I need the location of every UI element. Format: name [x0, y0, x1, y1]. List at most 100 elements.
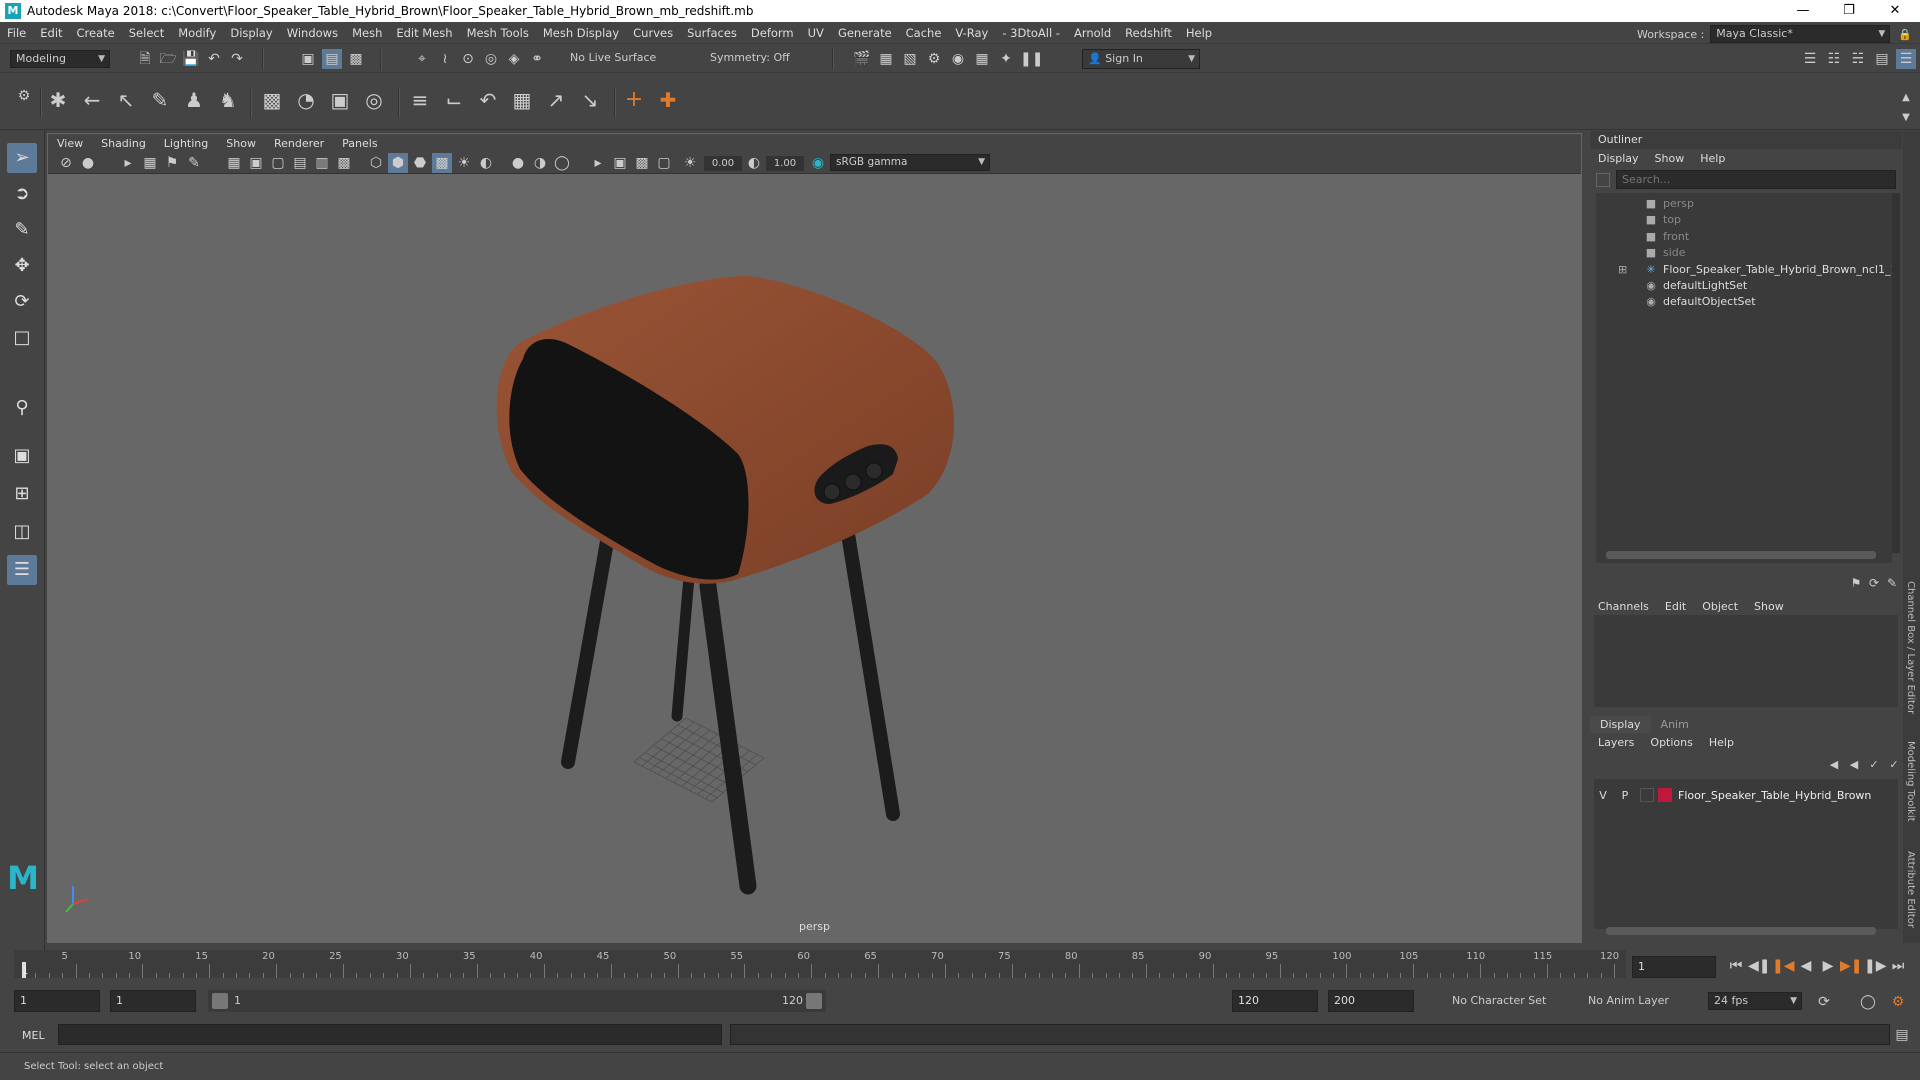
anim-layer-dropdown[interactable]: No Anim Layer [1588, 990, 1688, 1012]
layers-menu-layers[interactable]: Layers [1590, 736, 1642, 749]
menu-file[interactable]: File [0, 26, 33, 40]
wireframe-on-shaded-icon[interactable]: ⬣ [410, 153, 430, 173]
resolution-gate-icon[interactable]: ▢ [268, 153, 288, 173]
gamma-field[interactable]: 1.00 [766, 156, 804, 171]
shadows-icon[interactable]: ◐ [476, 153, 496, 173]
outliner-item[interactable]: ■ persp [1644, 195, 1694, 213]
paint-select-icon[interactable]: ✎ [7, 215, 37, 245]
snap-surface-icon[interactable]: ◈ [504, 49, 524, 69]
snap-point-icon[interactable]: ⊙ [458, 49, 478, 69]
film-gate-icon[interactable]: ▣ [246, 153, 266, 173]
tab-channel-box[interactable]: Channel Box / Layer Editor [1905, 581, 1916, 714]
safe-action-icon[interactable]: ▩ [334, 153, 354, 173]
menu-windows[interactable]: Windows [280, 26, 345, 40]
viewport-menu-view[interactable]: View [48, 137, 92, 150]
go-to-end-icon[interactable]: ⏭ [1888, 956, 1908, 976]
loop-icon[interactable]: ⟳ [1814, 992, 1834, 1012]
cluster-icon[interactable]: ◎ [364, 90, 384, 110]
maximize-button[interactable]: ❐ [1826, 0, 1872, 22]
locator-parent-icon[interactable]: ✚ [658, 90, 678, 110]
range-end-handle[interactable] [806, 993, 822, 1009]
expand-icon[interactable]: ⊞ [1618, 261, 1627, 279]
outliner-item[interactable]: ■ front [1644, 228, 1689, 246]
menu-redshift[interactable]: Redshift [1118, 26, 1179, 40]
xray-icon[interactable]: ▣ [610, 153, 630, 173]
outliner-item[interactable]: ⊞ ✳ Floor_Speaker_Table_Hybrid_Brown_ncl1_… [1618, 261, 1897, 279]
ambient-occlusion-icon[interactable]: ● [508, 153, 528, 173]
play-forward-icon[interactable]: ▶ [1818, 956, 1838, 976]
textured-icon[interactable]: ▩ [432, 153, 452, 173]
colorspace-dropdown[interactable]: sRGB gamma ▼ [830, 154, 990, 171]
menu-create[interactable]: Create [70, 26, 122, 40]
select-tool-icon[interactable]: ➢ [7, 143, 37, 173]
menu-select[interactable]: Select [122, 26, 171, 40]
four-view-icon[interactable]: ⊞ [7, 479, 37, 509]
field-chart-icon[interactable]: ▥ [312, 153, 332, 173]
tab-anim[interactable]: Anim [1651, 716, 1699, 733]
script-editor-icon[interactable]: ▤ [1892, 1025, 1912, 1045]
select-component-icon[interactable]: ▩ [346, 49, 366, 69]
paint-weights-icon[interactable]: ✎ [150, 90, 170, 110]
2d-pan-icon[interactable]: ⚑ [162, 153, 182, 173]
animation-start-field[interactable]: 1 [14, 990, 100, 1012]
minimize-button[interactable]: — [1780, 0, 1826, 22]
menu-edit[interactable]: Edit [33, 26, 69, 40]
current-frame-field[interactable]: 1 [1632, 956, 1716, 978]
isolate-select-icon[interactable]: ▸ [588, 153, 608, 173]
menu-modify[interactable]: Modify [171, 26, 223, 40]
viewport-menu-renderer[interactable]: Renderer [265, 137, 333, 150]
close-button[interactable]: ✕ [1872, 0, 1918, 22]
grease-pencil-icon[interactable]: ✎ [184, 153, 204, 173]
last-tool-icon[interactable]: ⚲ [7, 393, 37, 423]
layer-playback-toggle[interactable]: P [1616, 789, 1634, 802]
undo-icon[interactable]: ↶ [204, 49, 224, 69]
3d-viewport[interactable]: persp [48, 174, 1581, 943]
new-layer-icon[interactable]: ✓ [1864, 755, 1884, 775]
menu-arnold[interactable]: Arnold [1067, 26, 1118, 40]
menu-generate[interactable]: Generate [831, 26, 899, 40]
select-camera-icon[interactable]: ⊘ [56, 153, 76, 173]
modeling-toolkit-icon[interactable]: ☰ [1800, 49, 1820, 69]
pause-icon[interactable]: ❚❚ [1020, 49, 1043, 69]
time-slider[interactable]: 5 10 15 20 25 30 35 40 45 50 55 60 65 70 75 80 85 90 95 100… [0, 950, 1920, 982]
open-scene-icon[interactable]: 🗁 [158, 49, 178, 69]
channelbox-menu-show[interactable]: Show [1746, 600, 1792, 613]
bookmarks-icon[interactable]: ▸ [118, 153, 138, 173]
render-frame-icon[interactable]: 🎬 [852, 49, 872, 69]
range-slider[interactable]: 1 120 [208, 990, 826, 1012]
viewport-menu-show[interactable]: Show [217, 137, 265, 150]
channelbox-menu-channels[interactable]: Channels [1590, 600, 1657, 613]
outliner-layout-icon[interactable]: ☰ [7, 555, 37, 585]
layer-visibility-toggle[interactable]: V [1594, 789, 1612, 802]
outliner-scrollbar[interactable] [1892, 193, 1900, 553]
layer-color-swatch[interactable] [1658, 788, 1672, 802]
lasso-tool-icon[interactable]: ➲ [7, 179, 37, 209]
scale-tool-icon[interactable]: □ [7, 323, 37, 353]
exposure-icon[interactable]: ☀ [680, 153, 700, 173]
joint-tool-icon[interactable]: ✱ [48, 90, 68, 110]
layer-type-toggle[interactable] [1640, 788, 1654, 802]
lock-icon[interactable]: 🔒 [1898, 28, 1912, 41]
rotate-tool-icon[interactable]: ⟳ [7, 287, 37, 317]
new-layer-selected-icon[interactable]: ✓ [1884, 755, 1904, 775]
aim-constraint-icon[interactable]: ↗ [546, 90, 566, 110]
image-plane-icon[interactable]: ▦ [140, 153, 160, 173]
lattice-icon[interactable]: ▣ [330, 90, 350, 110]
channel-edit-icon[interactable]: ✎ [1882, 573, 1902, 593]
outliner-search-input[interactable] [1616, 170, 1896, 189]
snap-live-icon[interactable]: ⚭ [527, 49, 547, 69]
smooth-shade-icon[interactable]: ⬢ [388, 153, 408, 173]
step-back-key-icon[interactable]: ◀❚ [1748, 956, 1771, 976]
layer-row[interactable]: V P Floor_Speaker_Table_Hybrid_Brown [1594, 785, 1898, 805]
script-language-label[interactable]: MEL [22, 1029, 45, 1042]
outliner-menu-show[interactable]: Show [1647, 152, 1693, 165]
light-editor-icon[interactable]: ✦ [996, 49, 1016, 69]
color-management-icon[interactable]: ◉ [808, 153, 828, 173]
channel-refresh-icon[interactable]: ⟳ [1864, 573, 1884, 593]
step-forward-frame-icon[interactable]: ▶❚ [1840, 956, 1863, 976]
snap-curve-icon[interactable]: ≀ [435, 49, 455, 69]
outliner-item[interactable]: ■ side [1644, 244, 1686, 262]
xray-joints-icon[interactable]: ▩ [632, 153, 652, 173]
pole-vector-icon[interactable]: ↘ [580, 90, 600, 110]
menuset-dropdown[interactable]: Modeling ▼ [10, 50, 110, 68]
